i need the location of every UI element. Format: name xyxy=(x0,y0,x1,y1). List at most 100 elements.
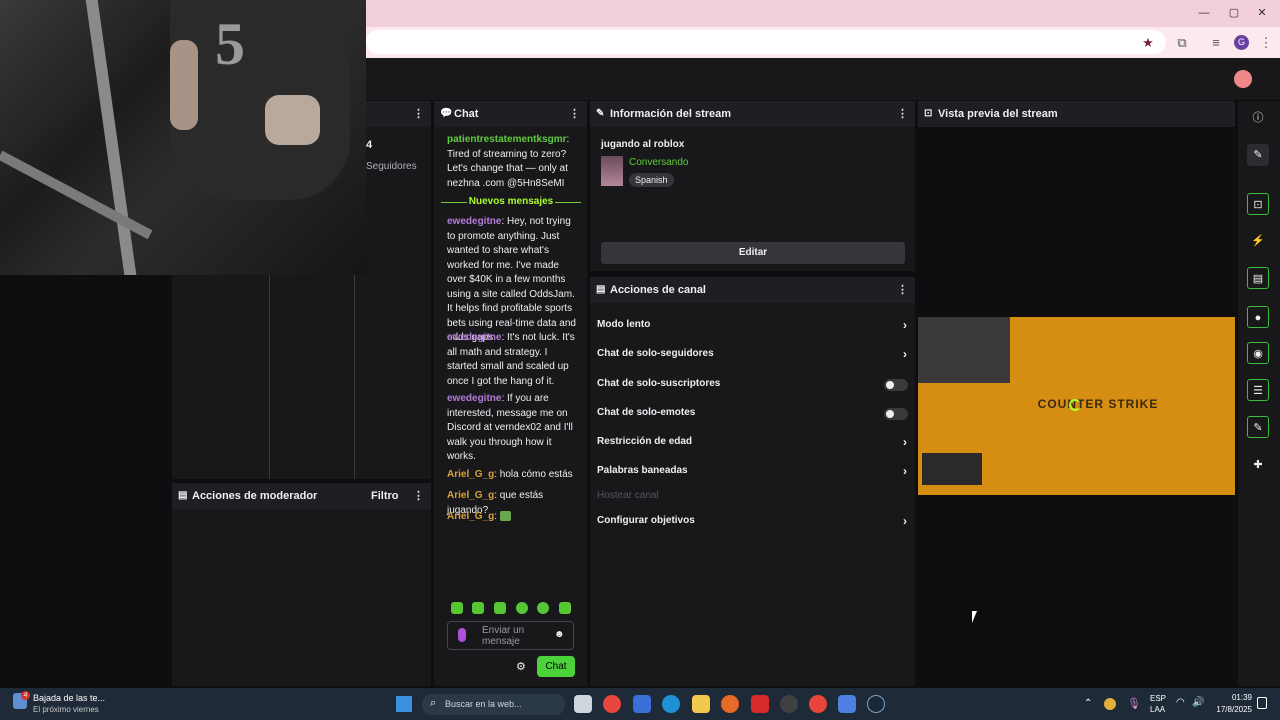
browser-menu-icon[interactable]: ⋮ xyxy=(1257,34,1275,52)
firefox-icon[interactable] xyxy=(721,695,739,713)
language-top[interactable]: ESP xyxy=(1150,694,1166,703)
stream-video[interactable]: COUNTER STRIKE xyxy=(918,317,1235,495)
volume-icon[interactable]: 🔊 xyxy=(1192,697,1204,708)
user-avatar[interactable] xyxy=(1234,70,1252,88)
chat-username[interactable]: Ariel_G_g xyxy=(447,490,494,501)
chat-username[interactable]: patientrestatementksgmr xyxy=(447,134,566,145)
game-logo: COUNTER STRIKE xyxy=(1037,397,1159,411)
gear-icon[interactable]: ⚙ xyxy=(516,660,526,673)
chat-icon[interactable]: ● xyxy=(1247,306,1269,328)
language-tag[interactable]: Spanish xyxy=(629,173,674,187)
divider xyxy=(555,202,581,203)
more-options-icon[interactable]: ⋮ xyxy=(413,101,424,127)
minimize-icon[interactable]: — xyxy=(1195,6,1213,20)
add-panel-icon[interactable]: ✚ xyxy=(1247,454,1269,476)
emote-icon[interactable] xyxy=(472,602,484,614)
setting-label: Chat de solo-emotes xyxy=(597,407,696,418)
lightning-icon[interactable]: ⚡ xyxy=(1247,230,1269,252)
toggle-switch[interactable] xyxy=(884,379,908,391)
bookmark-star-icon[interactable]: ★ xyxy=(1139,34,1157,52)
stream-info-panel: ✎ Información del stream ⋮ jugando al ro… xyxy=(590,101,915,271)
steam-icon[interactable] xyxy=(867,695,885,713)
toggle-switch[interactable] xyxy=(884,408,908,420)
chat-send-button[interactable]: Chat xyxy=(537,656,575,677)
chat-input[interactable]: Enviar un mensaje ☻ xyxy=(447,621,574,650)
notifications-icon[interactable] xyxy=(1257,697,1267,709)
extensions-icon[interactable]: ⧉ xyxy=(1173,34,1191,52)
maximize-icon[interactable]: ▢ xyxy=(1225,6,1243,20)
setting-emotes-only: Chat de solo-emotes xyxy=(597,403,909,423)
file-explorer-icon[interactable] xyxy=(692,695,710,713)
webcam-overlay: 5 xyxy=(0,0,366,275)
wifi-icon[interactable]: ◠ xyxy=(1176,697,1185,708)
emote-icon[interactable] xyxy=(451,602,463,614)
setting-label: Chat de solo-seguidores xyxy=(597,348,714,359)
wrench-icon[interactable]: ✎ xyxy=(1247,416,1269,438)
setting-label: Configurar objetivos xyxy=(597,515,695,526)
chat-username[interactable]: Ariel_G_g xyxy=(447,511,494,522)
chrome-profile-icon[interactable] xyxy=(809,695,827,713)
chat-username[interactable]: Ariel_G_g xyxy=(447,469,494,480)
preview-icon[interactable]: ⊡ xyxy=(1247,193,1269,215)
youtube-icon[interactable] xyxy=(751,695,769,713)
activity-icon[interactable]: ▤ xyxy=(1247,267,1269,289)
obs-icon[interactable] xyxy=(780,695,798,713)
emote-icon[interactable] xyxy=(494,602,506,614)
chat-username[interactable]: ewedegitne xyxy=(447,393,501,404)
more-options-icon[interactable]: ⋮ xyxy=(897,101,908,127)
setting-label: Palabras baneadas xyxy=(597,465,688,476)
chrome-icon[interactable] xyxy=(603,695,621,713)
setting-slow-mode[interactable]: Modo lento › xyxy=(597,315,909,335)
emote-icon[interactable] xyxy=(559,602,571,614)
profile-avatar[interactable]: G xyxy=(1234,35,1249,50)
chat-username[interactable]: ewedegitne xyxy=(447,332,501,343)
store-icon[interactable] xyxy=(633,695,651,713)
setting-configure-goals[interactable]: Configurar objetivos › xyxy=(597,511,909,531)
tray-chevron-icon[interactable]: ⌃ xyxy=(1084,698,1092,709)
emoji-icon[interactable]: ☻ xyxy=(554,629,565,640)
windows-start-icon[interactable] xyxy=(396,696,412,712)
microphone-icon[interactable] xyxy=(458,628,466,642)
edit-button[interactable]: Editar xyxy=(601,242,905,264)
broadcast-icon[interactable]: ◉ xyxy=(1247,342,1269,364)
chat-message: ewedegitne: It's not luck. It's all math… xyxy=(447,331,579,389)
setting-label: Chat de solo-suscriptores xyxy=(597,378,721,389)
chevron-right-icon: › xyxy=(903,514,907,528)
channel-actions-panel: ▤ Acciones de canal ⋮ xyxy=(590,277,915,686)
channel-actions-icon[interactable]: ☰ xyxy=(1247,379,1269,401)
webcam-railing xyxy=(85,0,137,275)
setting-label: Hostear canal xyxy=(597,490,659,501)
more-options-icon[interactable]: ⋮ xyxy=(413,483,424,509)
clock-time[interactable]: 01:39 xyxy=(1214,693,1252,702)
edge-icon[interactable] xyxy=(662,695,680,713)
clock-date: 17/8/2025 xyxy=(1216,705,1252,714)
microphone-icon[interactable]: 🎙 xyxy=(1127,697,1141,710)
more-options-icon[interactable]: ⋮ xyxy=(897,277,908,303)
category-link[interactable]: Conversando xyxy=(629,157,688,168)
tray-app-icon[interactable] xyxy=(1104,698,1116,710)
taskbar-search[interactable]: ⌕ Buscar en la web... xyxy=(422,694,565,715)
filter-button[interactable]: Filtro xyxy=(371,483,399,509)
setting-banned-words[interactable]: Palabras baneadas › xyxy=(597,461,909,481)
news-title[interactable]: Bajada de las te... xyxy=(33,693,105,703)
video-webcam-thumbnail xyxy=(918,317,1010,383)
category-thumbnail[interactable] xyxy=(601,156,623,186)
emote-icon[interactable] xyxy=(516,602,528,614)
setting-age-restriction[interactable]: Restricción de edad › xyxy=(597,432,909,452)
address-bar[interactable] xyxy=(366,30,1166,54)
emote-icon[interactable] xyxy=(537,602,549,614)
setting-followers-only[interactable]: Chat de solo-seguidores › xyxy=(597,344,909,364)
chat-message: ewedegitne: Hey, not trying to promote a… xyxy=(447,215,579,346)
more-options-icon[interactable]: ⋮ xyxy=(569,101,580,127)
edit-icon[interactable]: ✎ xyxy=(1247,144,1269,166)
follower-label: Seguidores xyxy=(366,161,417,172)
close-icon[interactable]: ✕ xyxy=(1253,6,1271,20)
chat-header: 💬 Chat ⋮ xyxy=(434,101,587,127)
moderator-panel: ▤ Acciones de moderador Filtro ⋮ xyxy=(172,483,431,686)
task-view-icon[interactable] xyxy=(574,695,592,713)
setting-label: Modo lento xyxy=(597,319,651,330)
reading-list-icon[interactable]: ≡ xyxy=(1207,34,1225,52)
app-icon[interactable] xyxy=(838,695,856,713)
chat-username[interactable]: ewedegitne xyxy=(447,216,501,227)
info-icon[interactable]: ⓘ xyxy=(1247,107,1269,129)
